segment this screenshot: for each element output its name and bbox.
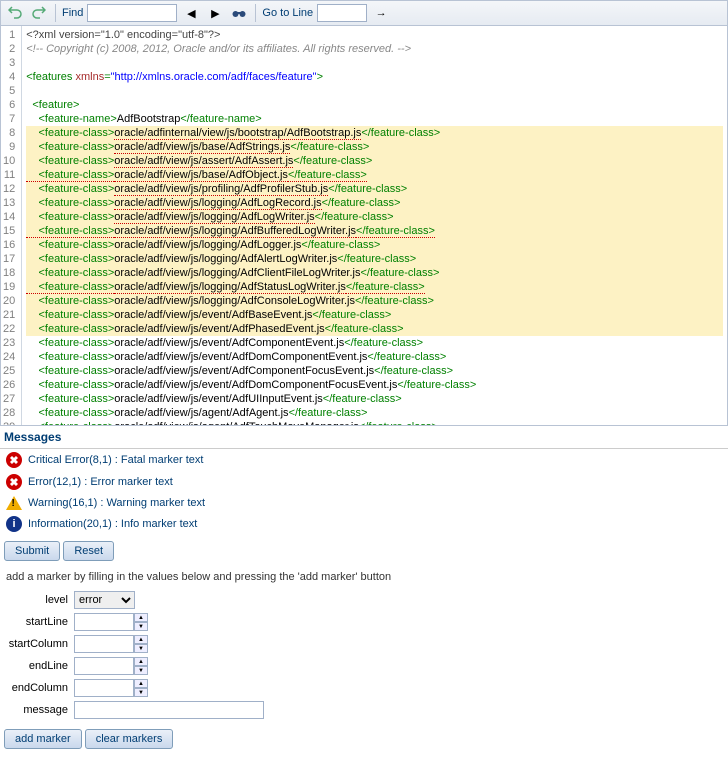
- find-label: Find: [62, 7, 83, 19]
- code-line[interactable]: <feature-class>oracle/adf/view/js/base/A…: [26, 140, 723, 154]
- code-line[interactable]: <feature-class>oracle/adf/view/js/agent/…: [26, 420, 723, 425]
- endcolumn-input[interactable]: [74, 679, 134, 697]
- redo-button[interactable]: [29, 3, 49, 23]
- endcolumn-label: endColumn: [4, 682, 74, 694]
- code-line[interactable]: <features xmlns="http://xmlns.oracle.com…: [26, 70, 723, 84]
- message-item[interactable]: i Information(20,1) : Info marker text: [0, 513, 728, 535]
- reset-button[interactable]: Reset: [63, 541, 114, 561]
- line-gutter: 1234567891011121314151617181920212223242…: [1, 26, 22, 425]
- spin-up[interactable]: ▲: [134, 613, 148, 622]
- code-line[interactable]: <!-- Copyright (c) 2008, 2012, Oracle an…: [26, 42, 723, 56]
- code-line[interactable]: <feature-class>oracle/adf/view/js/loggin…: [26, 294, 723, 308]
- message-input[interactable]: [74, 701, 264, 719]
- code-line[interactable]: <feature-class>oracle/adf/view/js/agent/…: [26, 406, 723, 420]
- endline-input[interactable]: [74, 657, 134, 675]
- code-line[interactable]: <feature-class>oracle/adf/view/js/event/…: [26, 364, 723, 378]
- code-line[interactable]: <?xml version="1.0" encoding="utf-8"?>: [26, 28, 723, 42]
- spin-up[interactable]: ▲: [134, 635, 148, 644]
- spin-down[interactable]: ▼: [134, 688, 148, 697]
- code-area[interactable]: <?xml version="1.0" encoding="utf-8"?><!…: [22, 26, 727, 425]
- binoculars-icon[interactable]: [229, 3, 249, 23]
- code-line[interactable]: <feature-class>oracle/adf/view/js/loggin…: [26, 238, 723, 252]
- code-line[interactable]: <feature-class>oracle/adf/view/js/assert…: [26, 154, 723, 168]
- code-line[interactable]: [26, 56, 723, 70]
- spin-up[interactable]: ▲: [134, 657, 148, 666]
- level-label: level: [4, 594, 74, 606]
- crit-icon: ✖: [6, 452, 22, 468]
- endline-label: endLine: [4, 660, 74, 672]
- startcolumn-label: startColumn: [4, 638, 74, 650]
- goto-label: Go to Line: [262, 7, 313, 19]
- code-line[interactable]: <feature-class>oracle/adf/view/js/event/…: [26, 392, 723, 406]
- messages-header: Messages: [0, 426, 728, 449]
- separator: [255, 4, 256, 22]
- find-input[interactable]: [87, 4, 177, 22]
- code-line[interactable]: [26, 84, 723, 98]
- find-prev-button[interactable]: ◀: [181, 3, 201, 23]
- spin-down[interactable]: ▼: [134, 622, 148, 631]
- separator: [55, 4, 56, 22]
- code-line[interactable]: <feature-class>oracle/adf/view/js/event/…: [26, 378, 723, 392]
- code-line[interactable]: <feature-class>oracle/adf/view/js/loggin…: [26, 224, 723, 238]
- code-line[interactable]: <feature-class>oracle/adfinternal/view/j…: [26, 126, 723, 140]
- spin-down[interactable]: ▼: [134, 644, 148, 653]
- startcolumn-input[interactable]: [74, 635, 134, 653]
- message-text: Error(12,1) : Error marker text: [28, 476, 173, 488]
- message-text: Information(20,1) : Info marker text: [28, 518, 197, 530]
- code-line[interactable]: <feature-class>oracle/adf/view/js/event/…: [26, 350, 723, 364]
- warn-icon: [6, 496, 22, 510]
- info-icon: i: [6, 516, 22, 532]
- toolbar: Find ◀ ▶ Go to Line →: [0, 0, 728, 26]
- spin-down[interactable]: ▼: [134, 666, 148, 675]
- message-label: message: [4, 704, 74, 716]
- code-line[interactable]: <feature>: [26, 98, 723, 112]
- submit-button[interactable]: Submit: [4, 541, 60, 561]
- code-line[interactable]: <feature-class>oracle/adf/view/js/loggin…: [26, 210, 723, 224]
- message-item[interactable]: ✖ Critical Error(8,1) : Fatal marker text: [0, 449, 728, 471]
- message-item[interactable]: ✖ Error(12,1) : Error marker text: [0, 471, 728, 493]
- marker-form: level errorwarninginfofatal startLine ▲▼…: [0, 587, 728, 759]
- message-item[interactable]: Warning(16,1) : Warning marker text: [0, 493, 728, 513]
- help-text: add a marker by filling in the values be…: [0, 567, 728, 587]
- spin-up[interactable]: ▲: [134, 679, 148, 688]
- code-line[interactable]: <feature-class>oracle/adf/view/js/event/…: [26, 308, 723, 322]
- message-text: Critical Error(8,1) : Fatal marker text: [28, 454, 203, 466]
- code-line[interactable]: <feature-class>oracle/adf/view/js/event/…: [26, 336, 723, 350]
- code-line[interactable]: <feature-class>oracle/adf/view/js/loggin…: [26, 280, 723, 294]
- code-line[interactable]: <feature-class>oracle/adf/view/js/loggin…: [26, 266, 723, 280]
- goto-button[interactable]: →: [371, 3, 391, 23]
- startline-label: startLine: [4, 616, 74, 628]
- code-line[interactable]: <feature-class>oracle/adf/view/js/base/A…: [26, 168, 723, 182]
- goto-input[interactable]: [317, 4, 367, 22]
- find-next-button[interactable]: ▶: [205, 3, 225, 23]
- clear-markers-button[interactable]: clear markers: [85, 729, 174, 749]
- code-line[interactable]: <feature-name>AdfBootstrap</feature-name…: [26, 112, 723, 126]
- code-line[interactable]: <feature-class>oracle/adf/view/js/profil…: [26, 182, 723, 196]
- add-marker-button[interactable]: add marker: [4, 729, 82, 749]
- level-select[interactable]: errorwarninginfofatal: [74, 591, 135, 609]
- button-row: Submit Reset: [0, 535, 728, 567]
- messages-list: ✖ Critical Error(8,1) : Fatal marker text…: [0, 449, 728, 535]
- code-editor: 1234567891011121314151617181920212223242…: [0, 26, 728, 426]
- code-line[interactable]: <feature-class>oracle/adf/view/js/event/…: [26, 322, 723, 336]
- code-line[interactable]: <feature-class>oracle/adf/view/js/loggin…: [26, 252, 723, 266]
- startline-input[interactable]: [74, 613, 134, 631]
- message-text: Warning(16,1) : Warning marker text: [28, 497, 205, 509]
- undo-button[interactable]: [5, 3, 25, 23]
- err-icon: ✖: [6, 474, 22, 490]
- code-line[interactable]: <feature-class>oracle/adf/view/js/loggin…: [26, 196, 723, 210]
